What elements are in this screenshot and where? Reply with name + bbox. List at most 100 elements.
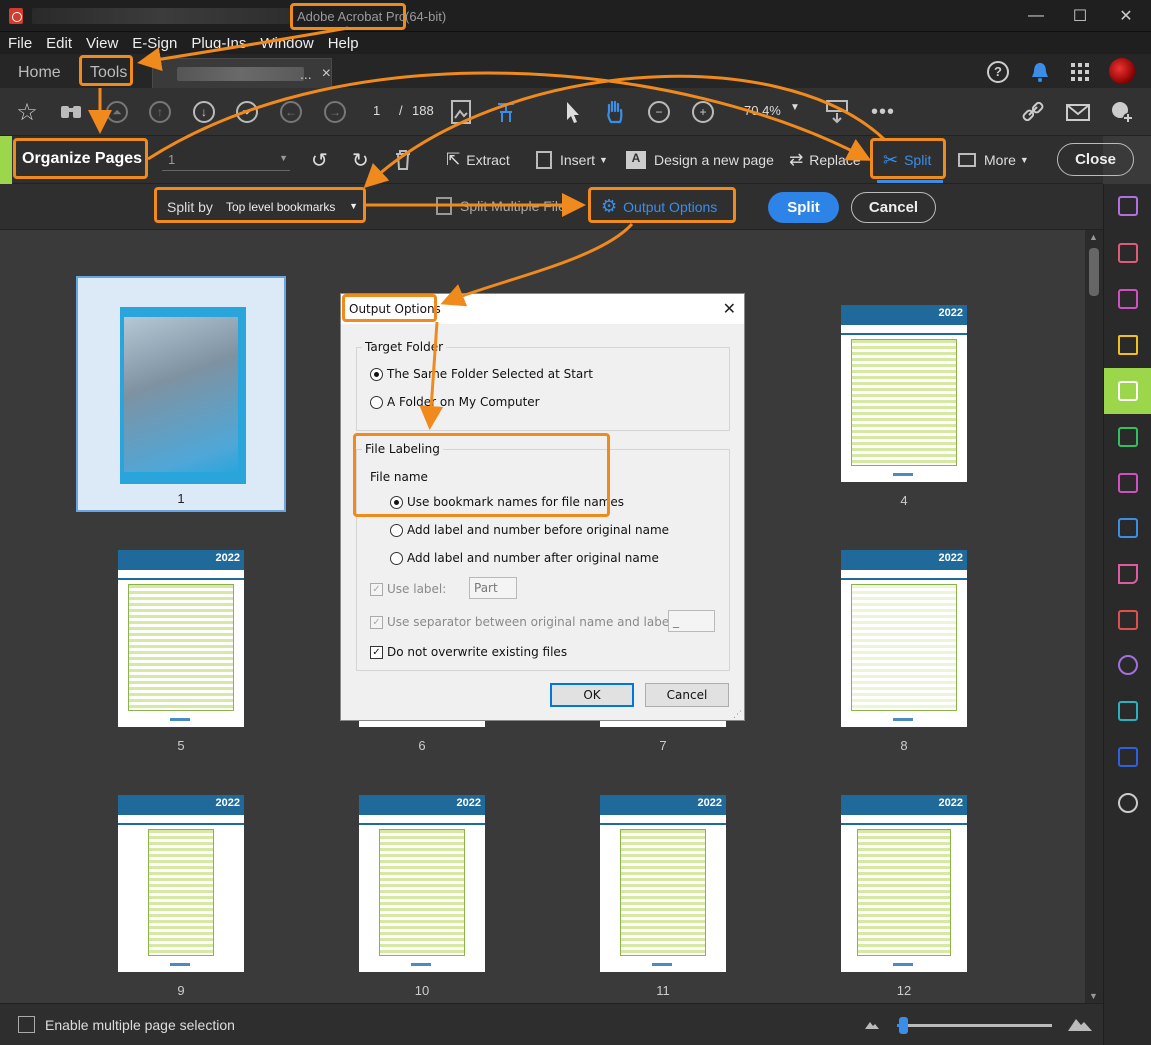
protect-tool-icon[interactable] xyxy=(1112,604,1144,636)
page-display-icon[interactable] xyxy=(448,98,476,126)
page-thumbnail[interactable]: 2022 11 xyxy=(558,766,768,1002)
apps-grid-icon[interactable] xyxy=(1070,62,1090,82)
page-thumbnail[interactable]: 2022 10 xyxy=(317,766,527,1002)
rotate-left-icon[interactable]: ↺ xyxy=(311,148,328,172)
tab-document[interactable]: ... × xyxy=(152,58,332,88)
zoom-out-icon[interactable]: − xyxy=(645,98,673,126)
use-label-checkbox[interactable]: ✓ Use label: xyxy=(370,582,446,596)
menu-esign[interactable]: E-Sign xyxy=(132,35,177,52)
split-multiple-files-button[interactable]: Split Multiple Files xyxy=(436,197,573,215)
pin-tool-icon[interactable] xyxy=(492,98,520,126)
insert-button[interactable]: Insert ▼ xyxy=(536,148,608,172)
close-tab-icon[interactable]: × xyxy=(322,65,331,83)
delete-trash-icon[interactable] xyxy=(393,148,413,172)
page-thumbnail[interactable]: 2022 12 xyxy=(799,766,1009,1002)
create-pdf-tool-icon[interactable] xyxy=(1112,283,1144,315)
page-thumbnail[interactable]: 1 xyxy=(76,276,286,512)
scroll-mode-icon[interactable] xyxy=(823,98,851,126)
sign-tool-icon[interactable] xyxy=(1112,558,1144,590)
rich-media-tool-icon[interactable] xyxy=(1112,695,1144,727)
resize-grip-icon[interactable]: ⋰ xyxy=(733,710,742,720)
cancel-split-button[interactable]: Cancel xyxy=(851,192,936,223)
organize-pages-tool-icon[interactable] xyxy=(1104,368,1151,414)
first-page-icon[interactable]: ⏶ xyxy=(103,98,131,126)
fill-sign-tool-icon[interactable] xyxy=(1112,190,1144,222)
use-bookmark-names-radio[interactable]: Use bookmark names for file names xyxy=(390,495,624,509)
rotate-right-icon[interactable]: ↻ xyxy=(352,148,369,172)
notifications-bell-icon[interactable] xyxy=(1029,60,1051,84)
page-thumbnail[interactable]: 2022 5 xyxy=(76,521,286,757)
zoom-level-select[interactable]: 70.4% xyxy=(744,103,781,118)
add-tools-wrench-icon[interactable] xyxy=(1112,787,1144,819)
thumbnails-scrollbar[interactable]: ▲ ▼ xyxy=(1085,230,1103,1003)
page-thumbnail[interactable]: 2022 8 xyxy=(799,521,1009,757)
last-page-icon[interactable]: ⏷ xyxy=(233,98,261,126)
zoom-dropdown-chevron-icon[interactable]: ▼ xyxy=(790,102,800,113)
menu-file[interactable]: File xyxy=(8,35,32,52)
large-thumbnail-icon[interactable] xyxy=(1067,1013,1093,1033)
scroll-down-icon[interactable]: ▼ xyxy=(1089,991,1098,1001)
do-not-overwrite-checkbox[interactable]: ✓ Do not overwrite existing files xyxy=(370,645,567,659)
email-envelope-icon[interactable] xyxy=(1064,98,1092,126)
split-button[interactable]: Split xyxy=(768,192,839,223)
forward-icon[interactable]: → xyxy=(321,98,349,126)
select-pointer-icon[interactable] xyxy=(558,98,586,126)
more-menu-button[interactable]: More ▼ xyxy=(958,148,1029,172)
scrollbar-thumb[interactable] xyxy=(1089,248,1099,296)
design-new-page-button[interactable]: A Design a new page xyxy=(626,148,774,172)
page-number-input[interactable]: 1 xyxy=(373,103,380,118)
user-avatar[interactable] xyxy=(1109,58,1135,84)
accessibility-tool-icon[interactable] xyxy=(1112,649,1144,681)
add-person-icon[interactable] xyxy=(1108,98,1136,126)
scan-tool-icon[interactable] xyxy=(1112,421,1144,453)
find-binoculars-icon[interactable] xyxy=(57,98,85,126)
action-wizard-tool-icon[interactable] xyxy=(1112,512,1144,544)
export-pdf-tool-icon[interactable] xyxy=(1112,467,1144,499)
menu-plugins[interactable]: Plug-Ins xyxy=(191,35,246,52)
add-label-after-radio[interactable]: Add label and number after original name xyxy=(390,551,659,565)
enable-multiple-selection-checkbox[interactable] xyxy=(18,1016,35,1033)
more-tools-ellipsis-icon[interactable]: ••• xyxy=(869,98,897,126)
small-thumbnail-icon[interactable] xyxy=(864,1017,880,1031)
tab-home[interactable]: Home xyxy=(18,58,61,88)
layout-tool-icon[interactable] xyxy=(1112,237,1144,269)
use-separator-checkbox[interactable]: ✓ Use separator between original name and… xyxy=(370,615,677,629)
close-window-button[interactable]: ✕ xyxy=(1103,0,1149,32)
dialog-close-icon[interactable]: ✕ xyxy=(723,299,736,318)
back-icon[interactable]: ← xyxy=(277,98,305,126)
menu-help[interactable]: Help xyxy=(328,35,359,52)
folder-on-computer-radio[interactable]: A Folder on My Computer xyxy=(370,395,540,409)
thumbnail-size-slider[interactable] xyxy=(897,1024,1052,1027)
zoom-in-icon[interactable]: + xyxy=(689,98,717,126)
same-folder-radio[interactable]: The Same Folder Selected at Start xyxy=(370,367,593,381)
scroll-up-icon[interactable]: ▲ xyxy=(1089,232,1098,242)
close-organize-button[interactable]: Close xyxy=(1057,143,1134,176)
use-label-field[interactable]: Part xyxy=(469,577,517,599)
maximize-button[interactable]: ☐ xyxy=(1057,0,1103,32)
next-page-icon[interactable]: ↓ xyxy=(190,98,218,126)
add-label-before-radio[interactable]: Add label and number before original nam… xyxy=(390,523,669,537)
hand-tool-icon[interactable] xyxy=(601,98,629,126)
extract-button[interactable]: ⇱ Extract xyxy=(446,148,510,172)
tab-tools[interactable]: Tools xyxy=(90,58,127,88)
bookmark-star-icon[interactable]: ☆ xyxy=(13,98,41,126)
menu-edit[interactable]: Edit xyxy=(46,35,72,52)
comment-tool-icon[interactable] xyxy=(1112,329,1144,361)
page-thumbnail[interactable]: 2022 4 xyxy=(799,276,1009,512)
help-icon[interactable]: ? xyxy=(987,61,1009,83)
menu-view[interactable]: View xyxy=(86,35,118,52)
dialog-cancel-button[interactable]: Cancel xyxy=(645,683,729,707)
qr-tool-icon[interactable] xyxy=(1112,741,1144,773)
share-link-icon[interactable] xyxy=(1020,98,1048,126)
thumbnail-size-slider-handle[interactable] xyxy=(899,1017,908,1034)
split-tool-button[interactable]: ✂ Split xyxy=(883,148,931,172)
minimize-button[interactable]: — xyxy=(1013,0,1059,32)
page-range-select[interactable]: 1 ▼ xyxy=(162,149,290,171)
split-by-select[interactable]: Top level bookmarks ▼ xyxy=(222,196,362,218)
ok-button[interactable]: OK xyxy=(550,683,634,707)
page-thumbnail[interactable]: 2022 9 xyxy=(76,766,286,1002)
menu-window[interactable]: Window xyxy=(260,35,313,52)
previous-page-icon[interactable]: ↑ xyxy=(146,98,174,126)
separator-field[interactable]: _ xyxy=(668,610,715,632)
replace-button[interactable]: ⇄ Replace xyxy=(789,148,861,172)
